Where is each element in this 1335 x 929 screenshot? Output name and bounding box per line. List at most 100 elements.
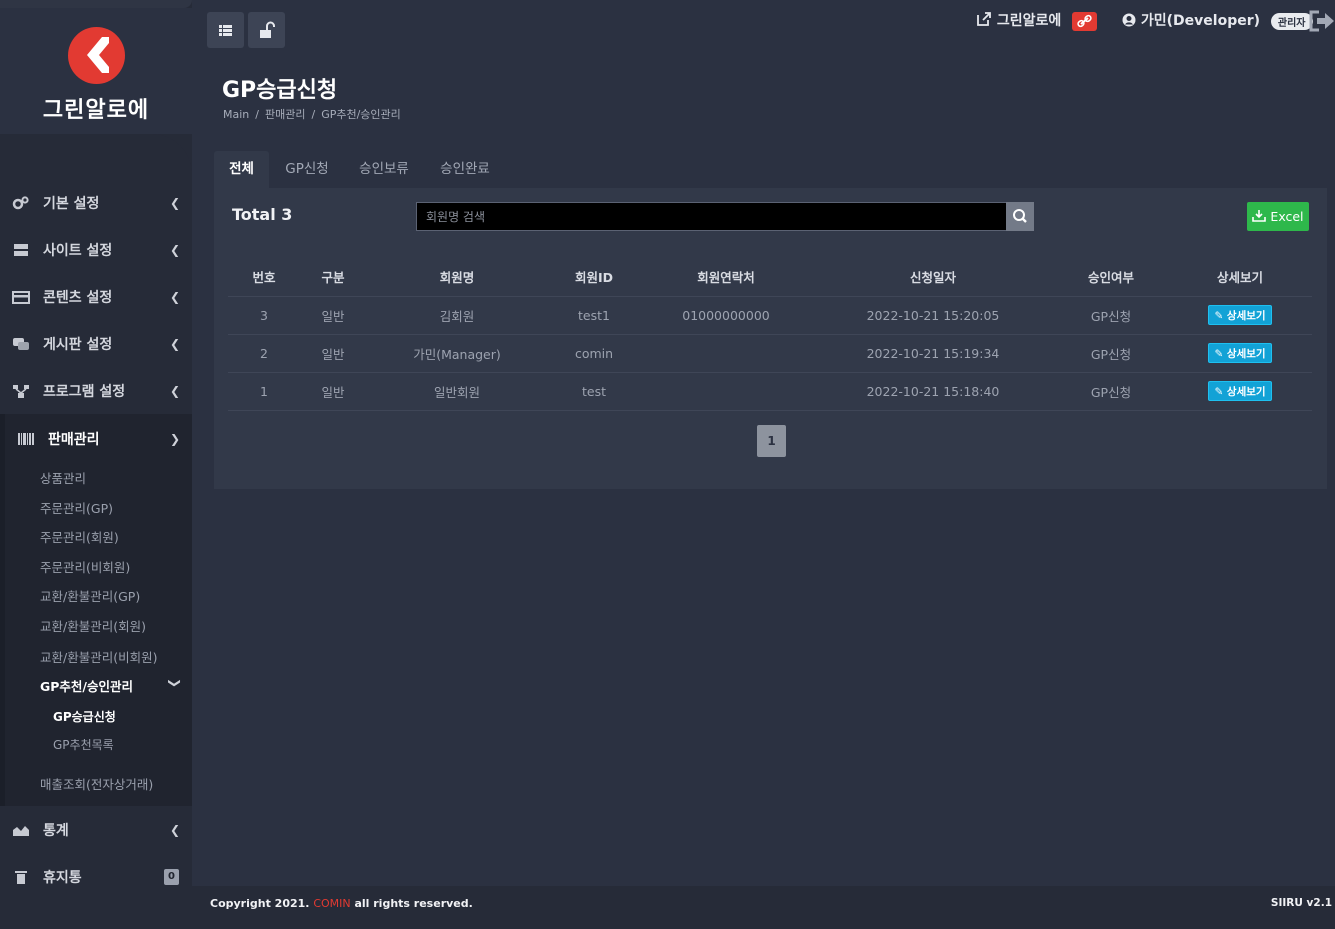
cell-type: 일반 (300, 372, 366, 411)
page-title: GP승급신청 (222, 78, 338, 103)
pagination-page[interactable]: 1 (757, 425, 786, 457)
sidebar-item-label: 콘텐츠 설정 (43, 290, 113, 306)
area-chart-icon (12, 822, 30, 838)
sidebar-item-board-settings[interactable]: 게시판 설정 ❮ (0, 325, 192, 363)
lock-button[interactable] (248, 12, 285, 48)
chevron-left-icon: ❮ (169, 243, 180, 257)
column-header: 신청일자 (812, 258, 1054, 297)
list-icon (219, 25, 232, 36)
sidebar-item-program-settings[interactable]: 프로그램 설정 ❮ (0, 372, 192, 410)
chevron-left-icon: ❮ (169, 290, 180, 304)
edit-icon: ✎ (1214, 348, 1224, 360)
tab-gp-apply[interactable]: GP신청 (274, 151, 340, 188)
cell-member-name: 김회원 (366, 296, 548, 335)
comments-icon (12, 336, 30, 352)
trash-count-badge: 0 (164, 869, 179, 885)
sidebar-item-trash[interactable]: 휴지통 0 (0, 858, 192, 896)
chevron-left-icon: ❮ (169, 384, 180, 398)
link-icon (1072, 11, 1098, 31)
sidebar-subitem-gp-list[interactable]: GP추천목록 (53, 736, 114, 753)
user-menu[interactable]: 가민(Developer) 관리자 (1122, 10, 1313, 36)
sidebar-item-label: 프로그램 설정 (43, 384, 126, 400)
column-header: 구분 (300, 258, 366, 297)
sidebar-top-strip (0, 0, 192, 8)
sidebar-item-stats[interactable]: 통계 ❮ (0, 811, 192, 849)
cell-contact (640, 372, 812, 411)
trash-icon (12, 869, 30, 885)
user-circle-icon (1122, 13, 1136, 27)
cell-type: 일반 (300, 334, 366, 373)
brand-logo-icon (68, 27, 125, 84)
logo-block[interactable]: 그린알로에 (0, 8, 192, 134)
cell-member-id: test (548, 372, 640, 411)
detail-button[interactable]: ✎ 상세보기 (1208, 381, 1272, 401)
list-panel: Total 3 Excel 번호 구분 회원명 회원ID 회원연락처 신청일자 (214, 188, 1327, 489)
cell-member-name: 가민(Manager) (366, 334, 548, 373)
footer: Copyright 2021. COMIN all rights reserve… (192, 886, 1335, 929)
breadcrumb-item[interactable]: GP추천/승인관리 (321, 108, 401, 121)
sidebar-item-label: 게시판 설정 (43, 337, 113, 353)
sidebar-subitem-gp-approval[interactable]: GP추천/승인관리 (40, 676, 133, 695)
column-header: 회원연락처 (640, 258, 812, 297)
sidebar-subitem-gp-upgrade[interactable]: GP승급신청 (53, 708, 116, 725)
chevron-down-icon: ❯ (167, 677, 182, 689)
barcode-icon (17, 431, 35, 447)
breadcrumb-item[interactable]: Main (223, 108, 249, 121)
sidebar-subitem[interactable]: 매출조회(전자상거래) (40, 774, 153, 793)
detail-button[interactable]: ✎ 상세보기 (1208, 343, 1272, 363)
sidebar-item-content-settings[interactable]: 콘텐츠 설정 ❮ (0, 278, 192, 316)
sidebar-subitem[interactable]: 교환/환불관리(회원) (40, 616, 146, 635)
table-row: 1 일반 일반회원 test 2022-10-21 15:18:40 GP신청 … (228, 372, 1312, 411)
sidebar-notch (0, 134, 192, 174)
total-count: Total 3 (232, 205, 293, 224)
cell-member-id: test1 (548, 296, 640, 335)
sidebar: 그린알로에 기본 설정 ❮ 사이트 설정 ❮ 콘텐츠 설정 ❮ 게시판 설정 ❮… (0, 0, 192, 929)
tab-approved[interactable]: 승인완료 (430, 151, 500, 188)
version-label: SIIRU v2.1 (1270, 897, 1332, 909)
brand-name: 그린알로에 (42, 98, 150, 123)
sidebar-group-sales: 판매관리 ❯ 상품관리 주문관리(GP) 주문관리(회원) 주문관리(비회원) … (0, 414, 192, 806)
edit-icon: ✎ (1214, 310, 1224, 322)
member-search-input[interactable] (416, 202, 1006, 231)
cell-contact: 01000000000 (640, 296, 812, 335)
cell-contact (640, 334, 812, 373)
excel-label: Excel (1270, 209, 1304, 224)
download-icon (1252, 210, 1267, 222)
role-badge: 관리자 (1270, 12, 1313, 30)
cell-date: 2022-10-21 15:20:05 (812, 296, 1054, 335)
copyright: Copyright 2021. COMIN all rights reserve… (210, 897, 473, 910)
cell-number: 2 (228, 334, 300, 373)
search-button[interactable] (1006, 202, 1034, 231)
unlock-icon (260, 21, 275, 38)
cell-detail: ✎ 상세보기 (1168, 296, 1312, 335)
sidebar-item-site-settings[interactable]: 사이트 설정 ❮ (0, 231, 192, 269)
cell-detail: ✎ 상세보기 (1168, 372, 1312, 411)
detail-button[interactable]: ✎ 상세보기 (1208, 305, 1272, 325)
excel-export-button[interactable]: Excel (1247, 202, 1309, 231)
sidebar-subitem[interactable]: 교환/환불관리(비회원) (40, 647, 157, 666)
table-row: 3 일반 김회원 test1 01000000000 2022-10-21 15… (228, 296, 1312, 335)
sidebar-item-label: 사이트 설정 (43, 243, 113, 259)
site-link[interactable]: 그린알로에 (976, 10, 1098, 36)
tab-all[interactable]: 전체 (214, 151, 269, 188)
logout-button[interactable] (1308, 9, 1335, 33)
sidebar-subitem[interactable]: 상품관리 (40, 468, 86, 487)
user-name: 가민(Developer) (1140, 13, 1261, 29)
menu-toggle-button[interactable] (207, 12, 244, 48)
sidebar-subitem[interactable]: 주문관리(GP) (40, 498, 113, 517)
sidebar-item-sales[interactable]: 판매관리 ❯ (0, 420, 192, 458)
tab-pending[interactable]: 승인보류 (349, 151, 419, 188)
sidebar-item-label: 기본 설정 (43, 196, 100, 212)
cell-detail: ✎ 상세보기 (1168, 334, 1312, 373)
sign-out-icon (1309, 10, 1334, 32)
sidebar-subitem[interactable]: 주문관리(회원) (40, 527, 119, 546)
breadcrumb-item[interactable]: 판매관리 (265, 108, 305, 121)
chevron-left-icon: ❮ (169, 337, 180, 351)
cell-member-id: comin (548, 334, 640, 373)
card-icon (12, 289, 30, 305)
sidebar-subitem[interactable]: 교환/환불관리(GP) (40, 586, 140, 605)
sidebar-item-basic-settings[interactable]: 기본 설정 ❮ (0, 184, 192, 222)
sitemap-icon (12, 383, 30, 399)
copyright-brand: COMIN (313, 897, 351, 910)
sidebar-subitem[interactable]: 주문관리(비회원) (40, 557, 130, 576)
